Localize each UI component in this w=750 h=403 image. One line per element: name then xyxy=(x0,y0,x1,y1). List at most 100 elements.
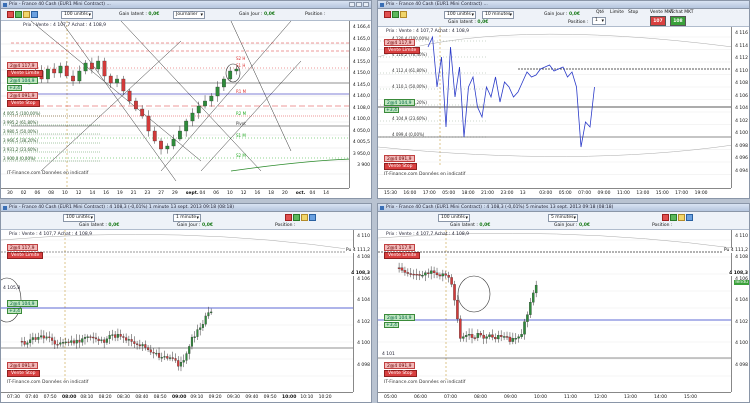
tool-icon[interactable] xyxy=(686,214,693,221)
window-titlebar[interactable]: Prix - France 40 Cash (EUR1 Mini Contrac… xyxy=(1,204,371,212)
stop-order-tag-2[interactable]: 2@4 091,9 xyxy=(7,362,38,369)
stop-order-tag[interactable]: 2@4 104,9 xyxy=(7,77,38,84)
tool-icon[interactable] xyxy=(15,11,22,18)
qty-input[interactable]: 1 xyxy=(592,17,606,25)
price-candle xyxy=(40,335,43,338)
price-candle xyxy=(424,272,427,276)
tool-icon[interactable] xyxy=(662,214,669,221)
limit-order-tag[interactable]: 2@4 117,9 xyxy=(7,244,38,251)
x-tick-label: 08:20 xyxy=(98,395,112,400)
price-chart[interactable] xyxy=(1,230,372,403)
sell-stop-button[interactable]: Vente Stop xyxy=(384,163,417,170)
tool-icon[interactable] xyxy=(309,214,316,221)
chart-area[interactable]: Prix : Vente : 4 107,7 Achat : 4 108,9 2… xyxy=(1,230,371,402)
tool-icon[interactable] xyxy=(670,214,677,221)
tool-icon[interactable] xyxy=(392,11,399,18)
price-candle xyxy=(485,336,488,339)
price-axis[interactable]: 4 1104 1084 1064 1044 1024 1004 098 xyxy=(731,230,749,392)
tool-icon[interactable] xyxy=(285,214,292,221)
sell-limit-button[interactable]: Vente Limite xyxy=(7,70,44,77)
tool-icon[interactable] xyxy=(678,214,685,221)
y-tick-label: 4 112 xyxy=(735,56,748,61)
stop-order-tag-2[interactable]: 2@4 091,9 xyxy=(384,362,415,369)
price-axis[interactable]: 4 166,4 4 165,0 4 160,0 4 155,0 4 150,0 4 145… xyxy=(349,21,371,188)
chart-area[interactable]: 4 005,5 (100,00%) 3 995,2 (61,80%) 3 980,5… xyxy=(1,21,371,198)
tool-icon[interactable] xyxy=(7,11,14,18)
tool-icon[interactable] xyxy=(384,11,391,18)
app-icon xyxy=(3,206,7,210)
time-axis[interactable]: 15:30 16:00 17:00 05:00 18:00 21:00 23:00 13 03:… xyxy=(378,188,731,198)
price-candle xyxy=(152,130,157,142)
window-titlebar[interactable]: Prix - France 40 Cash (EUR1 Mini Contrac… xyxy=(378,204,749,212)
window-titlebar[interactable]: Prix - France 40 Cash (EUR1 Mini Contrac… xyxy=(1,1,371,9)
price-candle xyxy=(127,339,130,341)
x-tick-label: 06 xyxy=(34,191,41,196)
chart-area[interactable]: Prix : Vente : 4 107,7 Achat : 4 108,9 2… xyxy=(378,230,749,402)
stop-order-tag[interactable]: 2@4 104,9 xyxy=(384,99,415,106)
tool-icon[interactable] xyxy=(400,11,407,18)
period-select[interactable]: 10 minutes xyxy=(482,11,514,19)
period-select[interactable]: 1 minute xyxy=(173,214,201,222)
y-tick-label: 4 110 xyxy=(735,68,748,74)
x-tick-label: 08 xyxy=(48,191,54,196)
price-candle xyxy=(83,336,87,339)
price-candle xyxy=(127,90,132,102)
stop-label: Stop xyxy=(628,10,639,15)
pivot-label: Pivot xyxy=(236,121,246,126)
price-candle xyxy=(190,336,194,347)
sell-limit-button[interactable]: Vente Limite xyxy=(384,252,421,259)
minimize-icon[interactable] xyxy=(349,2,355,7)
price-candle xyxy=(115,78,119,84)
toolbar: 100 unités 10 minutes Gain latent : 0,0€… xyxy=(378,9,749,27)
units-select[interactable]: 100 unités xyxy=(61,11,93,19)
period-select[interactable]: Journalier xyxy=(173,11,205,19)
tool-icon[interactable] xyxy=(23,11,30,18)
price-axis[interactable]: 4 1104 1084 1064 1044 1024 1004 098 xyxy=(353,230,371,392)
time-axis[interactable]: 07:30 07:40 07:50 08:00 08:10 08:20 08:30 08:40… xyxy=(1,392,353,402)
sell-market-button[interactable]: 107 xyxy=(650,16,666,26)
price-candle xyxy=(92,336,95,339)
stop-order-tag[interactable]: 2@4 104,9 xyxy=(7,300,38,307)
tool-icon[interactable] xyxy=(301,214,308,221)
data-source-note: IT-Finance.com Données en indicatif xyxy=(384,172,466,177)
price-candle xyxy=(177,130,182,140)
price-chart[interactable] xyxy=(378,230,750,403)
time-axis[interactable]: 05:00 06:00 07:00 08:00 09:00 10:00 11:00 12:00… xyxy=(378,392,731,402)
maximize-icon[interactable] xyxy=(356,2,362,7)
tool-icon[interactable] xyxy=(293,214,300,221)
y-tick-label: 4 108 xyxy=(357,255,370,261)
stop-order-tag-2[interactable]: 2@4 091,9 xyxy=(384,155,415,162)
period-select[interactable]: 5 minutes xyxy=(548,214,578,222)
tool-icon[interactable] xyxy=(31,11,38,18)
chart-area[interactable]: 4 120,4 (100,00%)4 116,2 (76,40%)4 112,4… xyxy=(378,27,749,198)
window-titlebar[interactable]: Prix - France 40 Cash (EUR1 Mini Contrac… xyxy=(378,1,749,9)
price-candle xyxy=(476,333,480,338)
units-select[interactable]: 100 unités xyxy=(63,214,95,222)
x-tick-label: 09:40 xyxy=(245,395,259,400)
stop-order-tag[interactable]: 2@4 104,9 xyxy=(384,314,415,321)
price-candle xyxy=(432,270,436,273)
time-axis[interactable]: 30 02 06 08 10 12 14 16 19 21 23 27 29 sept. 04 06 10 12 1… xyxy=(1,188,349,198)
units-select[interactable]: 100 unités xyxy=(438,214,470,222)
limit-order-tag[interactable]: 2@4 117,9 xyxy=(384,244,415,251)
panel-5min-chart: Prix - France 40 Cash (EUR1 Mini Contrac… xyxy=(377,203,750,403)
units-select[interactable]: 100 unités xyxy=(444,11,476,19)
sell-stop-button[interactable]: Vente Stop xyxy=(384,370,417,377)
close-icon[interactable] xyxy=(363,2,369,7)
price-candle xyxy=(409,273,413,275)
sell-limit-button[interactable]: Vente Limite xyxy=(7,252,44,259)
buy-market-button[interactable]: 108 xyxy=(670,16,686,26)
price-axis[interactable]: 4 116 4 114 4 112 4 110 4 108 4 106 4 104 4 102… xyxy=(731,27,749,188)
sell-limit-button[interactable]: Vente Limite xyxy=(384,47,421,54)
price-candle xyxy=(51,337,54,341)
sell-stop-button[interactable]: Vente Stop xyxy=(7,370,40,377)
position-label: Position : xyxy=(305,12,326,17)
x-tick-label: 10:00 xyxy=(534,395,547,400)
sell-stop-button[interactable]: Vente Stop xyxy=(7,100,40,107)
stop-order-tag-2[interactable]: 2@4 091,9 xyxy=(7,92,38,99)
y-tick-label: 3 900 xyxy=(357,163,370,169)
limit-order-tag[interactable]: 2@4 117,9 xyxy=(7,62,38,69)
price-candle xyxy=(141,344,144,347)
limit-order-tag[interactable]: 2@4 117,9 xyxy=(384,39,415,46)
price-candle xyxy=(64,341,67,344)
